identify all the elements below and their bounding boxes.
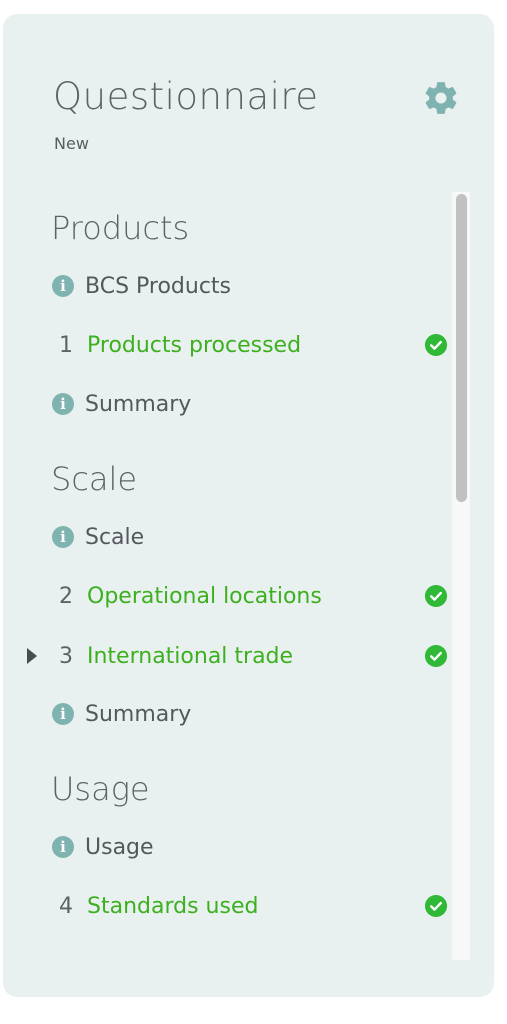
- gear-icon[interactable]: [422, 79, 460, 117]
- current-item-marker-icon: [27, 648, 37, 664]
- nav-item-standards-used[interactable]: 4 Standards used: [51, 886, 449, 926]
- question-number: 4: [59, 893, 73, 919]
- nav-item-label: Summary: [85, 391, 192, 417]
- nav-item-label: Usage: [85, 834, 154, 860]
- check-icon: [425, 334, 447, 356]
- nav-item-label: Standards used: [87, 893, 259, 919]
- question-number: 2: [59, 583, 73, 609]
- nav-item-label: BCS Products: [85, 273, 232, 299]
- nav-item-label: International trade: [87, 643, 294, 669]
- nav-item-label: Operational locations: [87, 583, 322, 609]
- page-title: Questionnaire: [53, 75, 319, 118]
- info-icon: i: [52, 526, 74, 548]
- info-icon: i: [52, 393, 74, 415]
- nav-item-bcs-products[interactable]: i BCS Products: [51, 266, 449, 306]
- section-title-scale: Scale: [51, 460, 138, 498]
- nav-item-international-trade[interactable]: 3 International trade: [51, 636, 449, 676]
- nav-item-operational-locations[interactable]: 2 Operational locations: [51, 576, 449, 616]
- check-icon: [425, 585, 447, 607]
- nav-item-usage[interactable]: i Usage: [51, 827, 449, 867]
- nav-item-label: Scale: [85, 524, 145, 550]
- nav-item-scale[interactable]: i Scale: [51, 517, 449, 557]
- scrollbar-thumb[interactable]: [456, 194, 467, 502]
- nav-item-label: Summary: [85, 701, 192, 727]
- check-icon: [425, 895, 447, 917]
- question-number: 1: [59, 332, 73, 358]
- info-icon: i: [52, 836, 74, 858]
- check-icon: [425, 645, 447, 667]
- section-title-products: Products: [51, 209, 190, 247]
- status-label: New: [54, 134, 89, 153]
- nav-item-products-processed[interactable]: 1 Products processed: [51, 325, 449, 365]
- nav-item-label: Products processed: [87, 332, 302, 358]
- section-title-usage: Usage: [51, 770, 150, 808]
- nav-item-summary-products[interactable]: i Summary: [51, 384, 449, 424]
- question-number: 3: [59, 643, 73, 669]
- info-icon: i: [52, 275, 74, 297]
- info-icon: i: [52, 703, 74, 725]
- nav-item-summary-scale[interactable]: i Summary: [51, 694, 449, 734]
